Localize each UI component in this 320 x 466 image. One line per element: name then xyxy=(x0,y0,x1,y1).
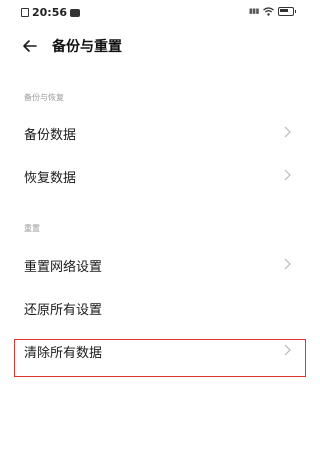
chevron-right-icon xyxy=(284,126,291,138)
row-label: 重置网络设置 xyxy=(24,260,103,275)
wifi-icon xyxy=(263,7,274,16)
status-right: ▮▮▮ xyxy=(248,7,296,16)
message-icon xyxy=(70,8,81,17)
chevron-right-icon xyxy=(284,258,291,270)
row-backup-data[interactable]: 备份数据 xyxy=(0,113,320,151)
row-label: 还原所有设置 xyxy=(24,303,103,318)
status-time: 20:56 xyxy=(32,6,68,19)
status-bar: 20:56 ▮▮▮ xyxy=(0,0,320,26)
row-restore-all-settings[interactable]: 还原所有设置 xyxy=(0,288,320,326)
highlight-box xyxy=(14,339,306,377)
row-restore-data[interactable]: 恢复数据 xyxy=(0,156,320,194)
row-label: 备份数据 xyxy=(24,128,77,143)
row-reset-network[interactable]: 重置网络设置 xyxy=(0,245,320,283)
back-arrow-icon[interactable] xyxy=(20,36,40,56)
section-label-backup: 备份与恢复 xyxy=(24,93,64,102)
signal-icon: ▮▮▮ xyxy=(248,7,260,15)
sim-icon xyxy=(21,8,29,17)
battery-icon xyxy=(278,7,296,16)
page-title: 备份与重置 xyxy=(52,39,122,55)
row-label: 恢复数据 xyxy=(24,171,77,186)
chevron-right-icon xyxy=(284,169,291,181)
status-left: 20:56 xyxy=(21,6,81,19)
header: 备份与重置 xyxy=(0,30,320,60)
section-label-reset: 重置 xyxy=(24,224,40,233)
